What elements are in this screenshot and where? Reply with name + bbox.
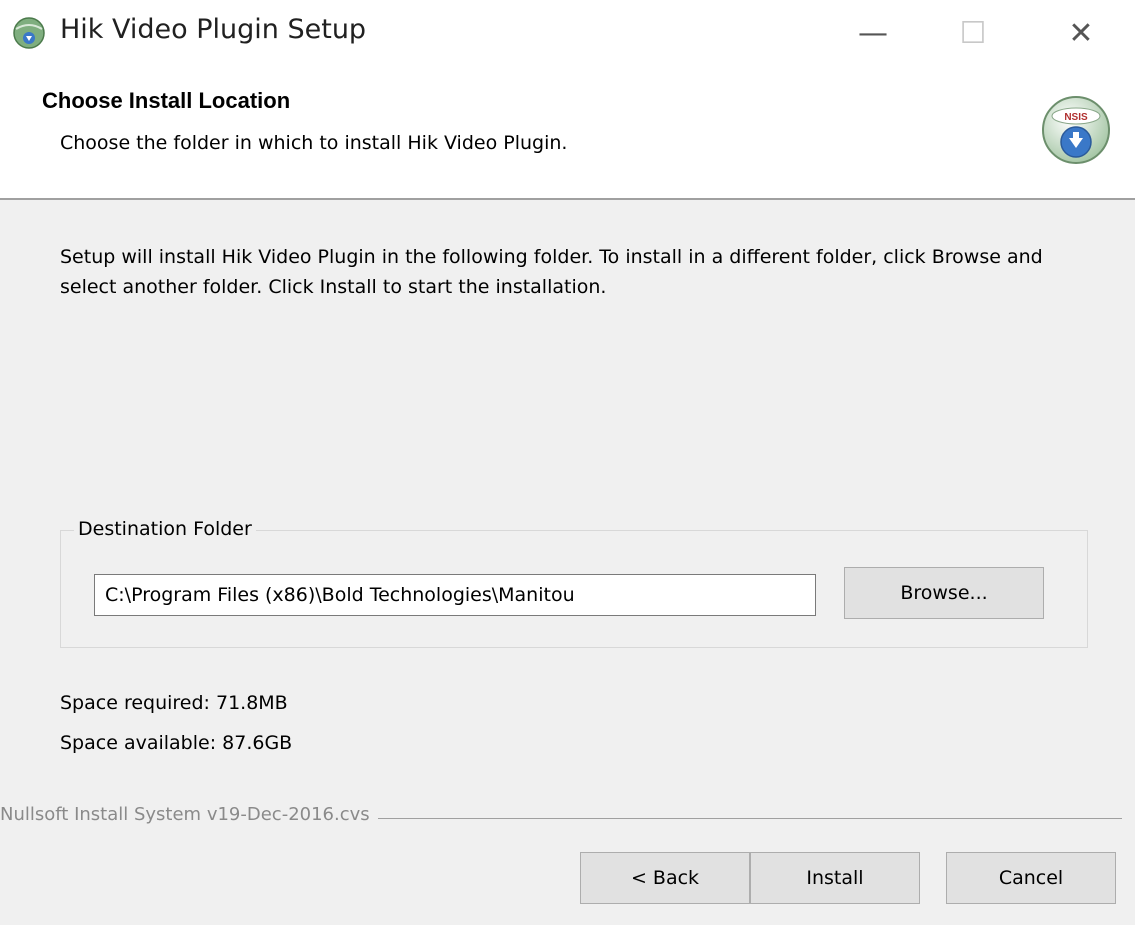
title-bar: Hik Video Plugin Setup — ☐ ✕ bbox=[0, 0, 1135, 70]
space-required-text: Space required: 71.8MB bbox=[60, 692, 288, 714]
minimize-icon: — bbox=[858, 15, 888, 51]
close-button[interactable]: ✕ bbox=[1058, 10, 1104, 56]
destination-folder-label: Destination Folder bbox=[74, 518, 256, 540]
maximize-icon: ☐ bbox=[959, 15, 987, 51]
nsis-logo-icon: NSIS bbox=[1042, 96, 1110, 164]
page-header: Choose Install Location Choose the folde… bbox=[0, 70, 1135, 200]
install-description: Setup will install Hik Video Plugin in t… bbox=[60, 246, 1043, 298]
nsis-logo-text: NSIS bbox=[1064, 112, 1088, 123]
back-button[interactable]: < Back bbox=[580, 852, 750, 904]
browse-button[interactable]: Browse... bbox=[844, 567, 1044, 619]
maximize-button[interactable]: ☐ bbox=[950, 10, 996, 56]
installer-globe-icon bbox=[13, 17, 45, 49]
minimize-button[interactable]: — bbox=[850, 10, 896, 56]
destination-path-input[interactable]: C:\Program Files (x86)\Bold Technologies… bbox=[94, 574, 816, 616]
close-icon: ✕ bbox=[1068, 15, 1094, 51]
window-title: Hik Video Plugin Setup bbox=[60, 14, 367, 45]
install-button[interactable]: Install bbox=[750, 852, 920, 904]
page-title: Choose Install Location bbox=[42, 88, 291, 113]
branding-text: Nullsoft Install System v19-Dec-2016.cvs bbox=[0, 804, 378, 825]
cancel-button[interactable]: Cancel bbox=[946, 852, 1116, 904]
page-subtitle: Choose the folder in which to install Hi… bbox=[60, 132, 568, 154]
space-available-text: Space available: 87.6GB bbox=[60, 732, 293, 754]
